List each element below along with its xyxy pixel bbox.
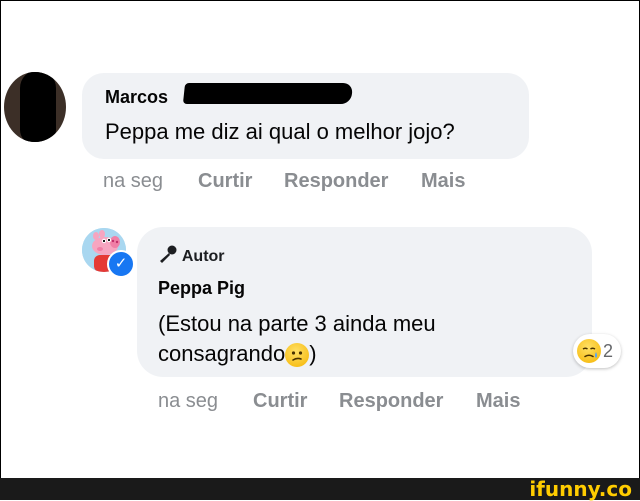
comment-text: (Estou na parte 3 ainda meu consagrando) bbox=[158, 309, 436, 369]
comment-text-line: (Estou na parte 3 ainda meu bbox=[158, 311, 436, 336]
like-button[interactable]: Curtir bbox=[253, 390, 307, 413]
comment-text: Peppa me diz ai qual o melhor jojo? bbox=[105, 119, 455, 144]
comment-text-line: consagrando) bbox=[158, 339, 436, 369]
comment-timestamp[interactable]: na seg bbox=[103, 170, 163, 193]
author-badge: Autor bbox=[158, 245, 225, 266]
reply-button[interactable]: Responder bbox=[339, 390, 443, 413]
comment-text-fragment: consagrando bbox=[158, 341, 286, 366]
comment-author-name[interactable]: Marcos bbox=[105, 87, 168, 108]
microphone-icon bbox=[160, 245, 177, 263]
comment-author-name[interactable]: Peppa Pig bbox=[158, 278, 245, 299]
name-redaction-bar bbox=[182, 83, 354, 104]
verified-badge-icon: ✓ bbox=[107, 250, 135, 278]
sad-tear-face-icon bbox=[577, 339, 601, 363]
confused-face-icon bbox=[285, 343, 310, 368]
comment-timestamp[interactable]: na seg bbox=[158, 390, 218, 413]
comment-text-fragment: ) bbox=[309, 341, 317, 366]
reply-button[interactable]: Responder bbox=[284, 170, 388, 193]
ifunny-watermark: ifunny.co bbox=[529, 477, 632, 501]
more-button[interactable]: Mais bbox=[421, 170, 465, 193]
more-button[interactable]: Mais bbox=[476, 390, 520, 413]
reaction-count: 2 bbox=[603, 340, 614, 361]
avatar-marcos[interactable] bbox=[4, 72, 66, 142]
like-button[interactable]: Curtir bbox=[198, 170, 252, 193]
redaction-blot bbox=[20, 72, 56, 142]
author-badge-label: Autor bbox=[181, 248, 225, 265]
reaction-count-pill[interactable]: 2 bbox=[573, 334, 622, 368]
